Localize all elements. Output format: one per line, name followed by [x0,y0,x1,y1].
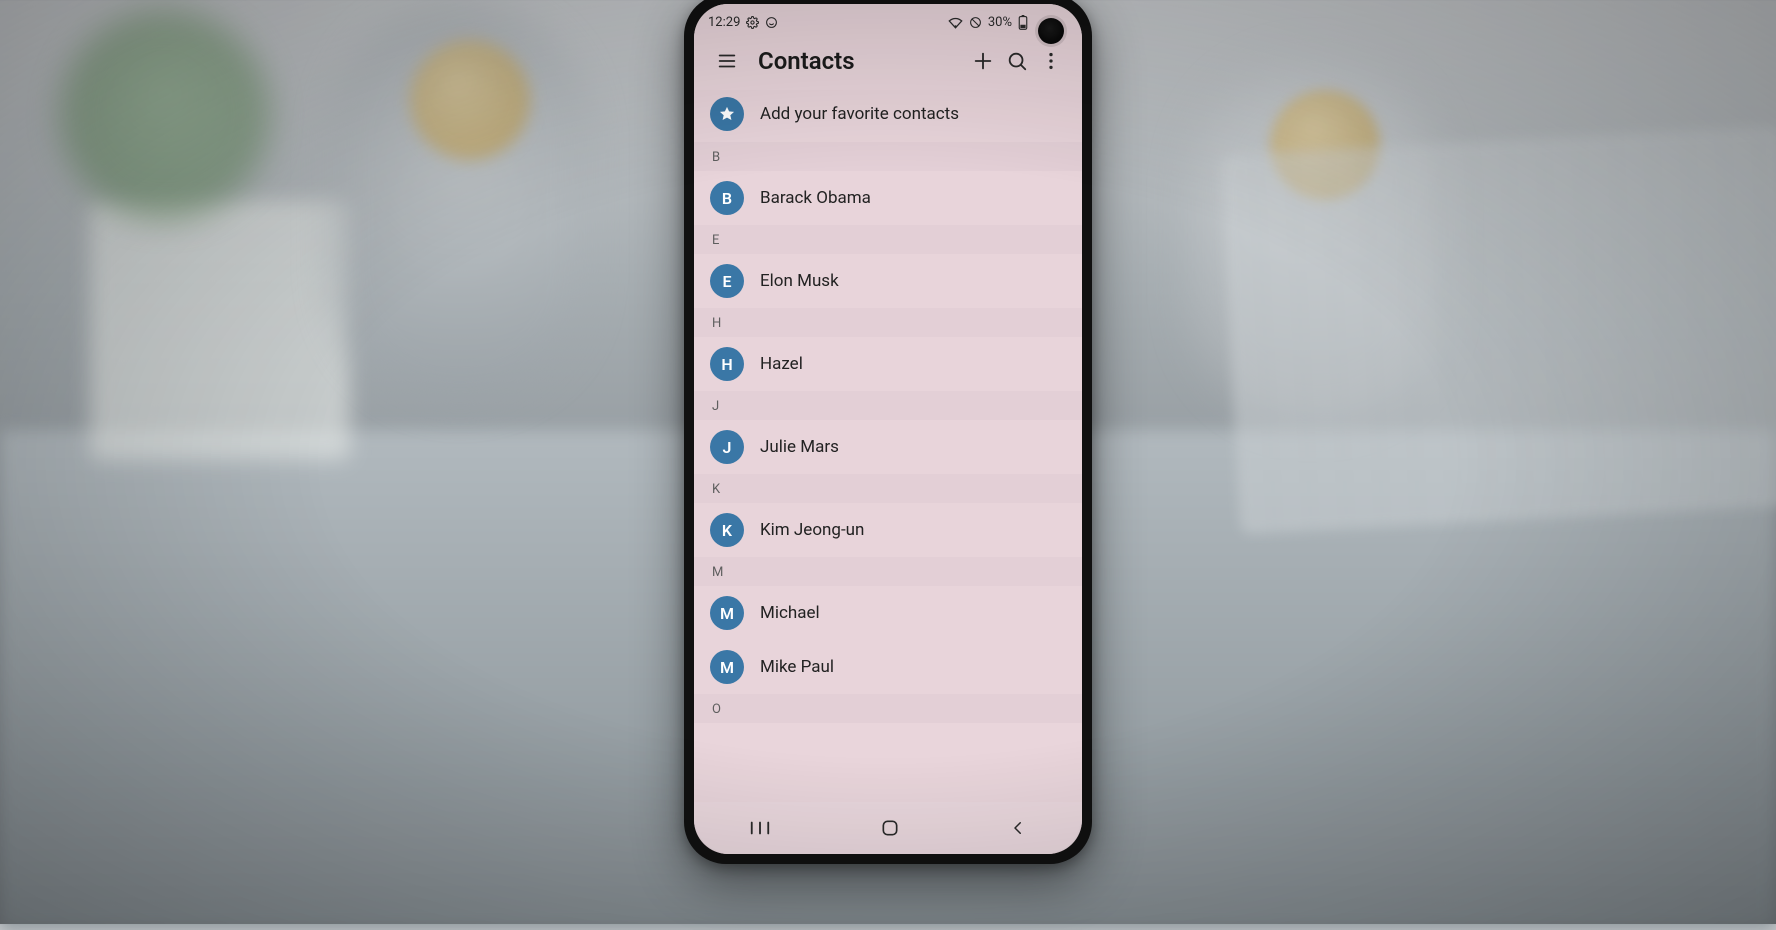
contact-name: Mike Paul [760,657,834,677]
app-header: Contacts [694,40,1082,90]
contact-name: Michael [760,603,820,623]
add-contact-button[interactable] [966,44,1000,78]
contact-row[interactable]: H Hazel [694,337,1082,391]
contact-avatar: J [710,430,744,464]
section-header: K [694,474,1082,503]
contact-name: Hazel [760,354,803,374]
wifi-icon [948,16,963,29]
search-button[interactable] [1000,44,1034,78]
contact-name: Julie Mars [760,437,839,457]
phone-frame: 12:29 30% [684,0,1092,864]
background-cactus [60,10,270,220]
contact-avatar: M [710,596,744,630]
contact-row[interactable]: M Mike Paul [694,640,1082,694]
background-keyboard [1220,126,1776,535]
contact-name: Kim Jeong-un [760,520,864,540]
nav-back-button[interactable] [1009,819,1027,837]
contact-name: Barack Obama [760,188,871,208]
section-header: M [694,557,1082,586]
contact-avatar: E [710,264,744,298]
battery-percent: 30% [988,15,1012,30]
contact-row[interactable]: M Michael [694,586,1082,640]
menu-button[interactable] [710,44,744,78]
phone-screen: 12:29 30% [694,4,1082,854]
status-notify-icon [765,16,778,29]
more-options-button[interactable] [1034,44,1068,78]
status-time: 12:29 [708,15,740,30]
contact-row[interactable]: J Julie Mars [694,420,1082,474]
contact-avatar: B [710,181,744,215]
contact-avatar: M [710,650,744,684]
section-header: H [694,308,1082,337]
section-header: O [694,694,1082,723]
section-header: J [694,391,1082,420]
battery-icon [1018,15,1028,30]
contact-row[interactable]: E Elon Musk [694,254,1082,308]
punch-hole-camera [1038,18,1064,44]
do-not-disturb-icon [969,16,982,29]
add-favorite-label: Add your favorite contacts [760,104,959,124]
background-glass-cube [90,200,350,460]
background-astronaut-helmet-left [410,40,530,160]
section-header: E [694,225,1082,254]
nav-home-button[interactable] [880,818,900,838]
contact-name: Elon Musk [760,271,839,291]
app-title: Contacts [758,47,966,75]
settings-gear-icon [746,16,759,29]
add-favorite-row[interactable]: Add your favorite contacts [694,90,1082,142]
section-header: B [694,142,1082,171]
navigation-bar [694,802,1082,854]
contact-row[interactable]: B Barack Obama [694,171,1082,225]
contact-avatar: H [710,347,744,381]
nav-recents-button[interactable] [749,819,771,837]
contacts-list[interactable]: Add your favorite contacts BB Barack Obam… [694,90,1082,723]
star-icon [710,97,744,131]
status-bar: 12:29 30% [694,4,1082,40]
contact-avatar: K [710,513,744,547]
contact-row[interactable]: K Kim Jeong-un [694,503,1082,557]
